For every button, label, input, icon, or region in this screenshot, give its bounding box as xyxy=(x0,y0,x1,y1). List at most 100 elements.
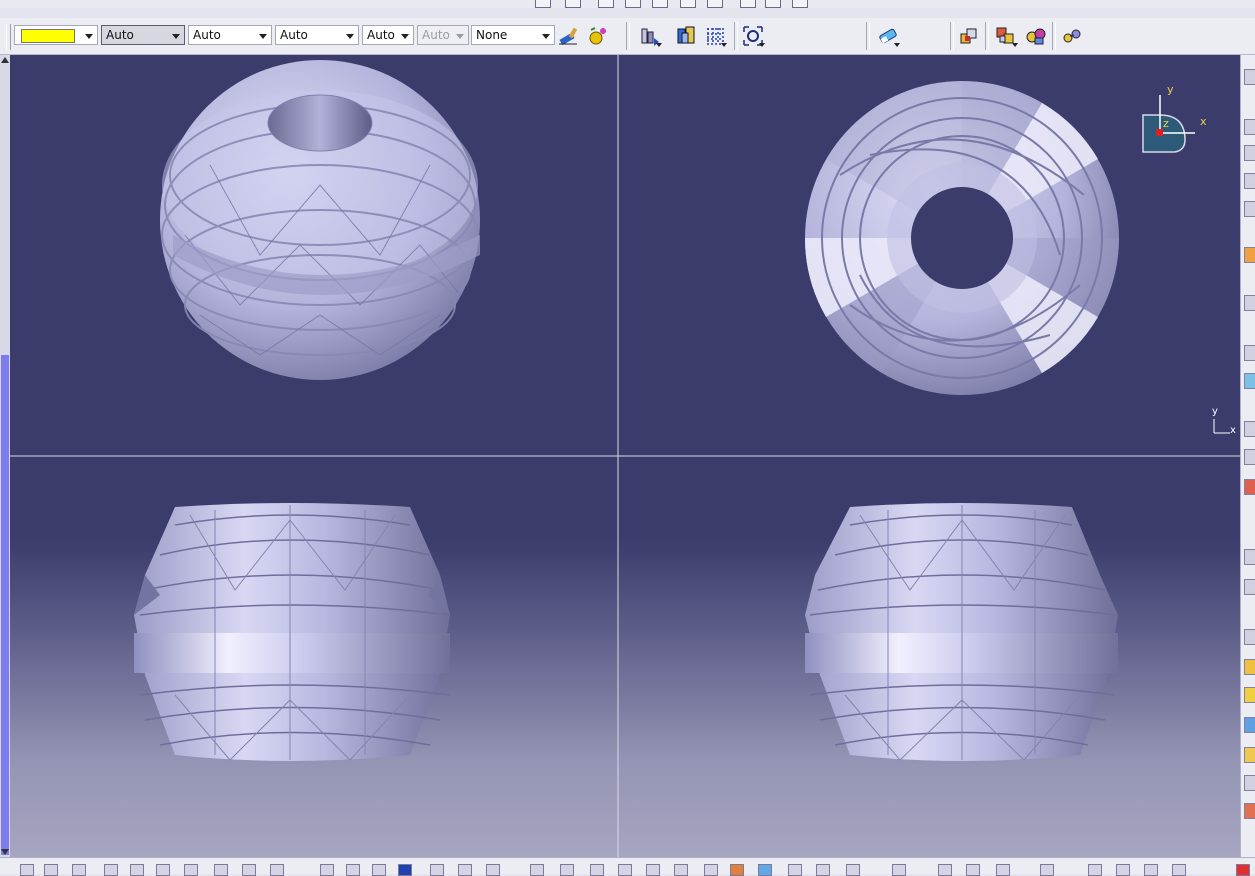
line-thickness-select[interactable]: Auto xyxy=(188,25,272,45)
multi-view-button[interactable] xyxy=(675,24,699,48)
toolbar-icon[interactable] xyxy=(1244,747,1255,763)
explode-button[interactable] xyxy=(994,24,1018,48)
grid-button[interactable] xyxy=(703,24,727,48)
constraint-button[interactable] xyxy=(1024,24,1048,48)
toolbar-icon[interactable] xyxy=(704,864,718,876)
toolbar-icon[interactable] xyxy=(758,864,772,876)
toolbar-icon[interactable] xyxy=(1244,345,1255,361)
toolbar-icon[interactable] xyxy=(996,864,1010,876)
fit-all-in-button[interactable] xyxy=(741,24,765,48)
top-view-part[interactable] xyxy=(804,80,1119,395)
toolbar-icon-partial[interactable] xyxy=(535,0,551,8)
toolbar-icon[interactable] xyxy=(1088,864,1102,876)
toolbar-icon[interactable] xyxy=(184,864,198,876)
compass-y-label: y xyxy=(1167,83,1174,96)
toolbar-icon[interactable] xyxy=(1244,295,1255,311)
toolbar-icon[interactable] xyxy=(1236,864,1250,876)
scroll-down-icon[interactable] xyxy=(1,849,9,855)
toolbar-icon[interactable] xyxy=(1144,864,1158,876)
side-view-part[interactable] xyxy=(805,503,1118,761)
toolbar-icon[interactable] xyxy=(72,864,86,876)
toolbar-icon[interactable] xyxy=(590,864,604,876)
scrollbar-thumb[interactable] xyxy=(1,355,9,855)
toolbar-icon[interactable] xyxy=(1244,449,1255,465)
toolbar-icon[interactable] xyxy=(156,864,170,876)
toolbar-icon[interactable] xyxy=(560,864,574,876)
toolbar-icon[interactable] xyxy=(1244,201,1255,217)
toolbar-icon[interactable] xyxy=(398,864,412,876)
toolbar-icon[interactable] xyxy=(730,864,744,876)
toolbar-icon[interactable] xyxy=(430,864,444,876)
toolbar-icon[interactable] xyxy=(1244,479,1255,495)
toolbar-icon[interactable] xyxy=(1244,687,1255,703)
toolbar-icon-partial[interactable] xyxy=(740,0,756,8)
eraser-button[interactable] xyxy=(876,24,900,48)
toolbar-icon[interactable] xyxy=(1244,717,1255,733)
toolbar-icon[interactable] xyxy=(788,864,802,876)
toolbar-icon[interactable] xyxy=(646,864,660,876)
point-symbol-select[interactable]: Auto xyxy=(362,25,414,45)
toolbar-icon[interactable] xyxy=(1244,549,1255,565)
viewport-canvas[interactable] xyxy=(10,55,1240,857)
scroll-up-icon[interactable] xyxy=(1,57,9,63)
toolbar-icon[interactable] xyxy=(530,864,544,876)
toolbar-icon[interactable] xyxy=(270,864,284,876)
toolbar-icon[interactable] xyxy=(1172,864,1186,876)
toolbar-icon-partial[interactable] xyxy=(765,0,781,8)
toolbar-icon[interactable] xyxy=(1244,629,1255,645)
toolbar-icon[interactable] xyxy=(346,864,360,876)
toolbar-icon[interactable] xyxy=(1244,173,1255,189)
toolbar-icon[interactable] xyxy=(1244,145,1255,161)
toolbar-icon[interactable] xyxy=(1040,864,1054,876)
toolbar-icon-partial[interactable] xyxy=(792,0,808,8)
link-button[interactable] xyxy=(1060,24,1084,48)
toolbar-icon[interactable] xyxy=(1244,775,1255,791)
toolbar-icon[interactable] xyxy=(1244,803,1255,819)
toolbar-icon[interactable] xyxy=(966,864,980,876)
toolbar-icon[interactable] xyxy=(320,864,334,876)
line-type-select[interactable]: Auto xyxy=(275,25,359,45)
toolbar-icon[interactable] xyxy=(618,864,632,876)
transparency-select[interactable]: Auto xyxy=(101,25,185,45)
toolbar-icon[interactable] xyxy=(458,864,472,876)
toolbar-icon-partial[interactable] xyxy=(680,0,696,8)
toolbar-icon[interactable] xyxy=(1244,247,1255,263)
toolbar-icon[interactable] xyxy=(892,864,906,876)
front-view-part[interactable] xyxy=(134,503,451,761)
toolbar-icon[interactable] xyxy=(20,864,34,876)
toolbar-icon[interactable] xyxy=(104,864,118,876)
assembly-button[interactable] xyxy=(957,24,981,48)
toolbar-icon[interactable] xyxy=(486,864,500,876)
fill-color-select[interactable] xyxy=(14,25,98,45)
toolbar-icon[interactable] xyxy=(1244,659,1255,675)
toolbar-icon[interactable] xyxy=(214,864,228,876)
toolbar-icon[interactable] xyxy=(1244,373,1255,389)
toolbar-icon[interactable] xyxy=(816,864,830,876)
compass-widget[interactable] xyxy=(1142,95,1195,153)
toolbar-icon[interactable] xyxy=(44,864,58,876)
toolbar-icon-partial[interactable] xyxy=(652,0,668,8)
toolbar-icon-partial[interactable] xyxy=(598,0,614,8)
toolbar-icon-partial[interactable] xyxy=(565,0,581,8)
layer-select[interactable]: None xyxy=(471,25,555,45)
toolbar-icon[interactable] xyxy=(938,864,952,876)
graphic-properties-button[interactable] xyxy=(585,24,609,48)
toolbar-icon[interactable] xyxy=(674,864,688,876)
toolbar-icon[interactable] xyxy=(1244,421,1255,437)
toolbar-icon[interactable] xyxy=(1244,69,1255,85)
toolbar-icon[interactable] xyxy=(1116,864,1130,876)
toolbar-icon[interactable] xyxy=(372,864,386,876)
toolbar-icon-partial[interactable] xyxy=(625,0,641,8)
chevron-down-icon xyxy=(456,34,464,39)
3d-viewport[interactable]: y x z y x xyxy=(10,55,1240,857)
toolbar-icon[interactable] xyxy=(1244,579,1255,595)
toolbar-icon[interactable] xyxy=(130,864,144,876)
fly-mode-button[interactable] xyxy=(638,24,662,48)
toolbar-icon[interactable] xyxy=(242,864,256,876)
toolbar-icon[interactable] xyxy=(846,864,860,876)
toolbar-icon[interactable] xyxy=(1244,119,1255,135)
toolbar-grip[interactable] xyxy=(6,24,11,50)
toolbar-icon-partial[interactable] xyxy=(707,0,723,8)
isometric-view-part[interactable] xyxy=(160,60,480,380)
format-painter-button[interactable] xyxy=(557,24,581,48)
